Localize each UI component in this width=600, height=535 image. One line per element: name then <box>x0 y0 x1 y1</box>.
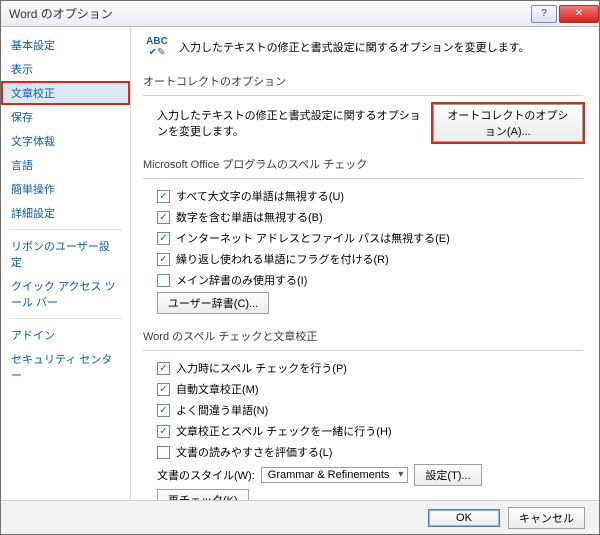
chk-auto-grammar[interactable] <box>157 383 170 396</box>
header-text: 入力したテキストの修正と書式設定に関するオプションを変更します。 <box>179 39 530 55</box>
titlebar: Word のオプション ? ✕ <box>1 1 599 27</box>
lbl-auto-grammar: 自動文章校正(M) <box>176 381 259 397</box>
sidebar-item-ribbon[interactable]: リボンのユーザー設定 <box>1 234 130 274</box>
lbl-numbers: 数字を含む単語は無視する(B) <box>176 209 323 225</box>
style-select[interactable]: Grammar & Refinements <box>261 467 409 483</box>
section-grammar-title: Word のスペル チェックと文章校正 <box>143 324 583 348</box>
sidebar-item-proofing[interactable]: 文章校正 <box>1 81 130 105</box>
chk-grammar-spell[interactable] <box>157 425 170 438</box>
ok-button[interactable]: OK <box>428 509 500 527</box>
chk-repeated[interactable] <box>157 253 170 266</box>
chk-readability[interactable] <box>157 446 170 459</box>
lbl-repeated: 繰り返し使われる単語にフラグを付ける(R) <box>176 251 389 267</box>
grammar-settings-button[interactable]: 設定(T)... <box>414 464 481 486</box>
lbl-grammar-spell: 文章校正とスペル チェックを一緒に行う(H) <box>176 423 392 439</box>
autocorrect-desc: 入力したテキストの修正と書式設定に関するオプションを変更します。 <box>157 107 427 139</box>
sidebar-item-display[interactable]: 表示 <box>1 57 130 81</box>
cancel-button[interactable]: キャンセル <box>508 507 585 529</box>
style-label: 文書のスタイル(W): <box>157 467 255 483</box>
style-value: Grammar & Refinements <box>268 469 390 481</box>
sidebar: 基本設定 表示 文章校正 保存 文字体裁 言語 簡単操作 詳細設定 リボンのユー… <box>1 27 131 500</box>
footer: OK キャンセル <box>1 500 599 534</box>
sidebar-item-advanced[interactable]: 詳細設定 <box>1 201 130 225</box>
user-dict-button[interactable]: ユーザー辞書(C)... <box>157 292 269 314</box>
lbl-internet: インターネット アドレスとファイル パスは無視する(E) <box>176 230 450 246</box>
sidebar-item-qat[interactable]: クイック アクセス ツール バー <box>1 274 130 314</box>
recheck-button[interactable]: 再チェック(K) <box>157 489 249 500</box>
section-spell-title: Microsoft Office プログラムのスペル チェック <box>143 152 583 176</box>
lbl-uppercase: すべて大文字の単語は無視する(U) <box>176 188 344 204</box>
window-title: Word のオプション <box>9 5 529 22</box>
proofing-icon: ABC✔✎ <box>143 35 171 59</box>
sidebar-item-typography[interactable]: 文字体裁 <box>1 129 130 153</box>
lbl-confused: よく間違う単語(N) <box>176 402 268 418</box>
sidebar-item-security[interactable]: セキュリティ センター <box>1 347 130 387</box>
close-button[interactable]: ✕ <box>559 5 599 23</box>
sidebar-item-ease[interactable]: 簡単操作 <box>1 177 130 201</box>
autocorrect-options-button[interactable]: オートコレクトのオプション(A)... <box>433 104 583 142</box>
section-autocorrect-title: オートコレクトのオプション <box>143 69 583 93</box>
sidebar-item-basic[interactable]: 基本設定 <box>1 33 130 57</box>
lbl-readability: 文書の読みやすさを評価する(L) <box>176 444 332 460</box>
chk-maindict[interactable] <box>157 274 170 287</box>
sidebar-item-language[interactable]: 言語 <box>1 153 130 177</box>
chk-uppercase[interactable] <box>157 190 170 203</box>
chk-spell-typing[interactable] <box>157 362 170 375</box>
lbl-maindict: メイン辞書のみ使用する(I) <box>176 272 307 288</box>
chk-internet[interactable] <box>157 232 170 245</box>
sidebar-item-addins[interactable]: アドイン <box>1 323 130 347</box>
main-panel: ABC✔✎ 入力したテキストの修正と書式設定に関するオプションを変更します。 オ… <box>131 27 599 500</box>
chk-confused[interactable] <box>157 404 170 417</box>
sidebar-item-save[interactable]: 保存 <box>1 105 130 129</box>
lbl-spell-typing: 入力時にスペル チェックを行う(P) <box>176 360 347 376</box>
chk-numbers[interactable] <box>157 211 170 224</box>
help-button[interactable]: ? <box>531 5 557 23</box>
